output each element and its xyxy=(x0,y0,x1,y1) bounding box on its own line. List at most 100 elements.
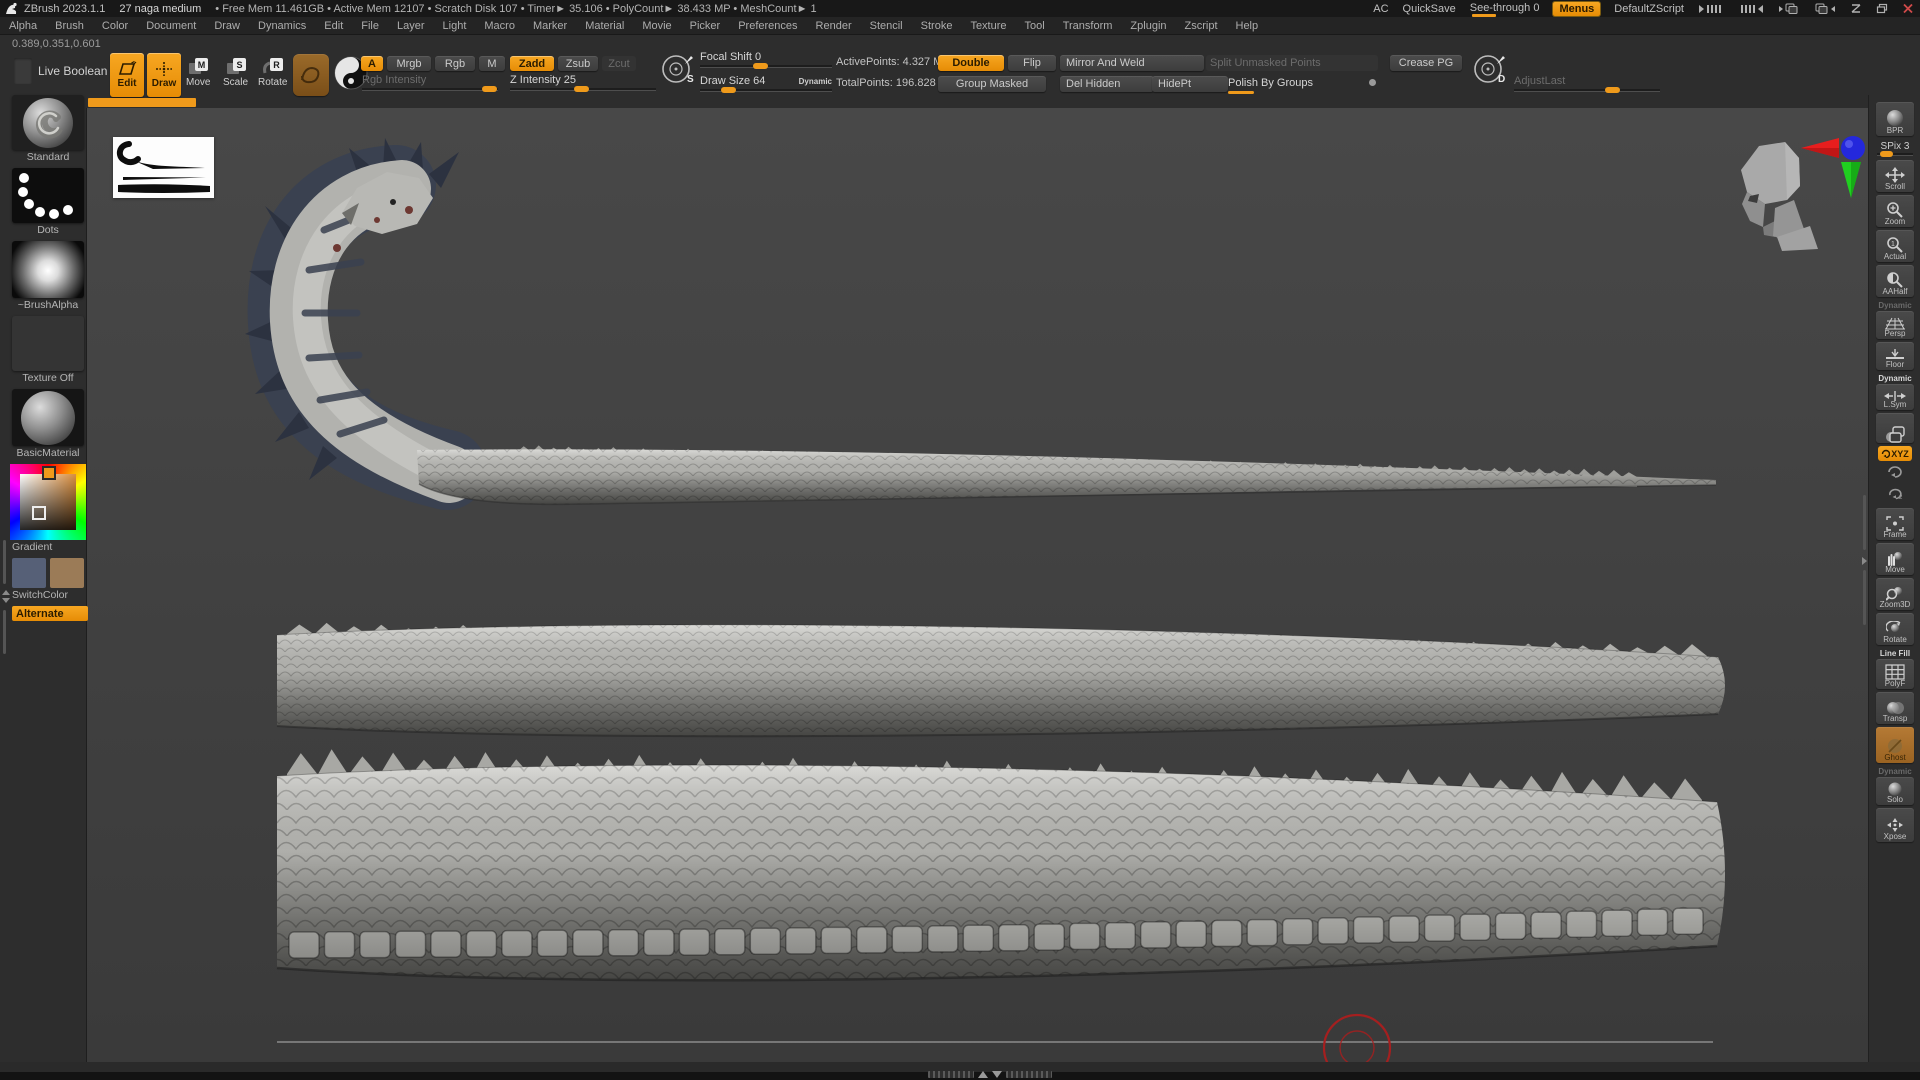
aahalf-button[interactable]: AAHalf xyxy=(1876,265,1914,297)
menu-picker[interactable]: Picker xyxy=(681,20,730,32)
menu-dynamics[interactable]: Dynamics xyxy=(249,20,315,32)
sv-cursor[interactable] xyxy=(32,506,46,520)
color-picker[interactable]: Gradient xyxy=(12,464,84,555)
polyf-button[interactable]: PolyF xyxy=(1876,659,1914,689)
adjust-last-brush-icon[interactable]: D xyxy=(1472,52,1508,91)
hue-cursor[interactable] xyxy=(42,466,56,480)
xyz-rotation-button[interactable]: XYZ xyxy=(1878,446,1912,461)
menu-stroke[interactable]: Stroke xyxy=(912,20,962,32)
frame-button[interactable]: Frame xyxy=(1876,508,1914,540)
tray-open-down-icon[interactable] xyxy=(992,1071,1002,1078)
camera-lock-button[interactable] xyxy=(1876,413,1914,443)
basic-material-thumbnail[interactable] xyxy=(12,389,84,446)
menu-brush[interactable]: Brush xyxy=(46,20,93,32)
shelf-scroll-arrow-icon[interactable] xyxy=(1862,557,1867,565)
zoom-button[interactable]: Zoom xyxy=(1876,195,1914,227)
menu-edit[interactable]: Edit xyxy=(315,20,352,32)
dots-stroke-thumbnail[interactable] xyxy=(12,168,84,223)
main-color-swatch[interactable] xyxy=(12,558,46,588)
basic-material-item[interactable]: BasicMaterial xyxy=(12,389,84,461)
menu-file[interactable]: File xyxy=(352,20,388,32)
menu-preferences[interactable]: Preferences xyxy=(729,20,806,32)
menu-transform[interactable]: Transform xyxy=(1054,20,1122,32)
close-button[interactable] xyxy=(1902,3,1914,14)
mrgb-button[interactable]: Mrgb xyxy=(387,56,431,71)
polish-by-groups-button[interactable]: Polish By Groups xyxy=(1228,76,1378,94)
focal-shift-slider[interactable]: Focal Shift 0 xyxy=(700,51,832,68)
bottom-tray-handle[interactable] xyxy=(928,1071,1052,1078)
secondary-color-swatch[interactable] xyxy=(50,558,84,588)
panel-right-icon[interactable] xyxy=(1814,2,1836,15)
flip-button[interactable]: Flip xyxy=(1008,55,1056,71)
brush-alpha-item[interactable]: ~BrushAlpha xyxy=(12,241,84,313)
zadd-button[interactable]: Zadd xyxy=(510,56,554,71)
document-canvas[interactable] xyxy=(86,108,1869,1062)
bpr-button[interactable]: BPR xyxy=(1876,102,1914,136)
brush-alpha-thumbnail[interactable] xyxy=(12,241,84,298)
menu-zscript[interactable]: Zscript xyxy=(1176,20,1227,32)
hidept-button[interactable]: HidePt xyxy=(1152,76,1228,92)
edit-button[interactable]: Edit xyxy=(110,53,144,97)
adjust-last-slider[interactable]: AdjustLast xyxy=(1514,75,1660,92)
m-button[interactable]: M xyxy=(479,56,505,71)
see-through-slider[interactable]: See-through 0 xyxy=(1470,2,1540,15)
rotate-3d-button[interactable]: Rotate xyxy=(1876,613,1914,645)
z-intensity-slider[interactable]: Z Intensity 25 xyxy=(510,74,656,91)
menu-tool[interactable]: Tool xyxy=(1016,20,1054,32)
panel-left-icon[interactable] xyxy=(1778,2,1800,15)
dynamic-label[interactable]: Dynamic xyxy=(799,76,832,88)
menu-color[interactable]: Color xyxy=(93,20,137,32)
move-3d-button[interactable]: Move xyxy=(1876,543,1914,575)
scale-mode-button[interactable]: S Scale xyxy=(223,57,248,88)
zoom3d-button[interactable]: Zoom3D xyxy=(1876,578,1914,610)
crease-pg-button[interactable]: Crease PG xyxy=(1390,55,1462,71)
xpose-button[interactable]: Xpose xyxy=(1876,808,1914,842)
menu-zplugin[interactable]: Zplugin xyxy=(1121,20,1175,32)
menu-help[interactable]: Help xyxy=(1227,20,1268,32)
tray-scroll-up-icon[interactable] xyxy=(2,590,10,595)
menu-texture[interactable]: Texture xyxy=(961,20,1015,32)
double-button[interactable]: Double xyxy=(938,55,1004,71)
menu-movie[interactable]: Movie xyxy=(633,20,680,32)
tray-handle-stripes-left[interactable] xyxy=(928,1071,974,1078)
menu-document[interactable]: Document xyxy=(137,20,205,32)
rgb-intensity-slider[interactable]: Rgb Intensity xyxy=(362,74,498,91)
menu-render[interactable]: Render xyxy=(807,20,861,32)
move-mode-button[interactable]: M Move xyxy=(186,57,210,88)
zcut-button[interactable]: Zcut xyxy=(602,56,636,71)
rotate-z-icon[interactable]: 2 xyxy=(1886,486,1904,505)
left-tray-scroll-indicator[interactable] xyxy=(1,540,11,660)
menu-light[interactable]: Light xyxy=(434,20,476,32)
smooth-alt-brush-icon[interactable]: S xyxy=(660,52,696,91)
minimize-button[interactable] xyxy=(1850,3,1862,14)
spix-slider[interactable]: SPix 3 xyxy=(1875,141,1915,156)
tray-scroll-down-icon[interactable] xyxy=(2,598,10,603)
rotate-mode-button[interactable]: R Rotate xyxy=(258,57,287,88)
texture-off-item[interactable]: Texture Off xyxy=(12,316,84,386)
quicksave-button[interactable]: QuickSave xyxy=(1403,3,1456,15)
alternate-button[interactable]: Alternate xyxy=(12,606,88,621)
texture-off-thumbnail[interactable] xyxy=(12,316,84,371)
zsub-button[interactable]: Zsub xyxy=(558,56,598,71)
live-boolean-label[interactable]: Live Boolean xyxy=(38,64,107,78)
menu-draw[interactable]: Draw xyxy=(205,20,249,32)
menu-alpha[interactable]: Alpha xyxy=(0,20,46,32)
draw-mode-button[interactable]: Draw xyxy=(147,53,181,97)
switch-color-item[interactable]: SwitchColor xyxy=(12,558,84,603)
lsym-button[interactable]: L.Sym xyxy=(1876,384,1914,410)
canvas-preview-thumbnail[interactable] xyxy=(113,137,214,198)
live-boolean-checkbox[interactable] xyxy=(14,58,32,84)
rgb-button[interactable]: Rgb xyxy=(435,56,475,71)
ghost-button[interactable]: Ghost xyxy=(1876,727,1914,763)
split-unmasked-points-button[interactable]: Split Unmasked Points xyxy=(1206,55,1378,71)
right-shelf-scroll-indicator[interactable] xyxy=(1860,495,1870,640)
dock-left-icon[interactable] xyxy=(1698,3,1724,15)
floor-button[interactable]: Floor xyxy=(1876,342,1914,370)
menu-macro[interactable]: Macro xyxy=(475,20,524,32)
tray-open-up-icon[interactable] xyxy=(978,1071,988,1078)
group-masked-button[interactable]: Group Masked xyxy=(938,76,1046,92)
tray-divider-handle[interactable] xyxy=(88,98,196,107)
draw-size-slider[interactable]: Draw Size 64 Dynamic xyxy=(700,75,832,92)
mirror-and-weld-button[interactable]: Mirror And Weld xyxy=(1060,55,1204,71)
stroke-picker-button[interactable] xyxy=(293,54,329,96)
